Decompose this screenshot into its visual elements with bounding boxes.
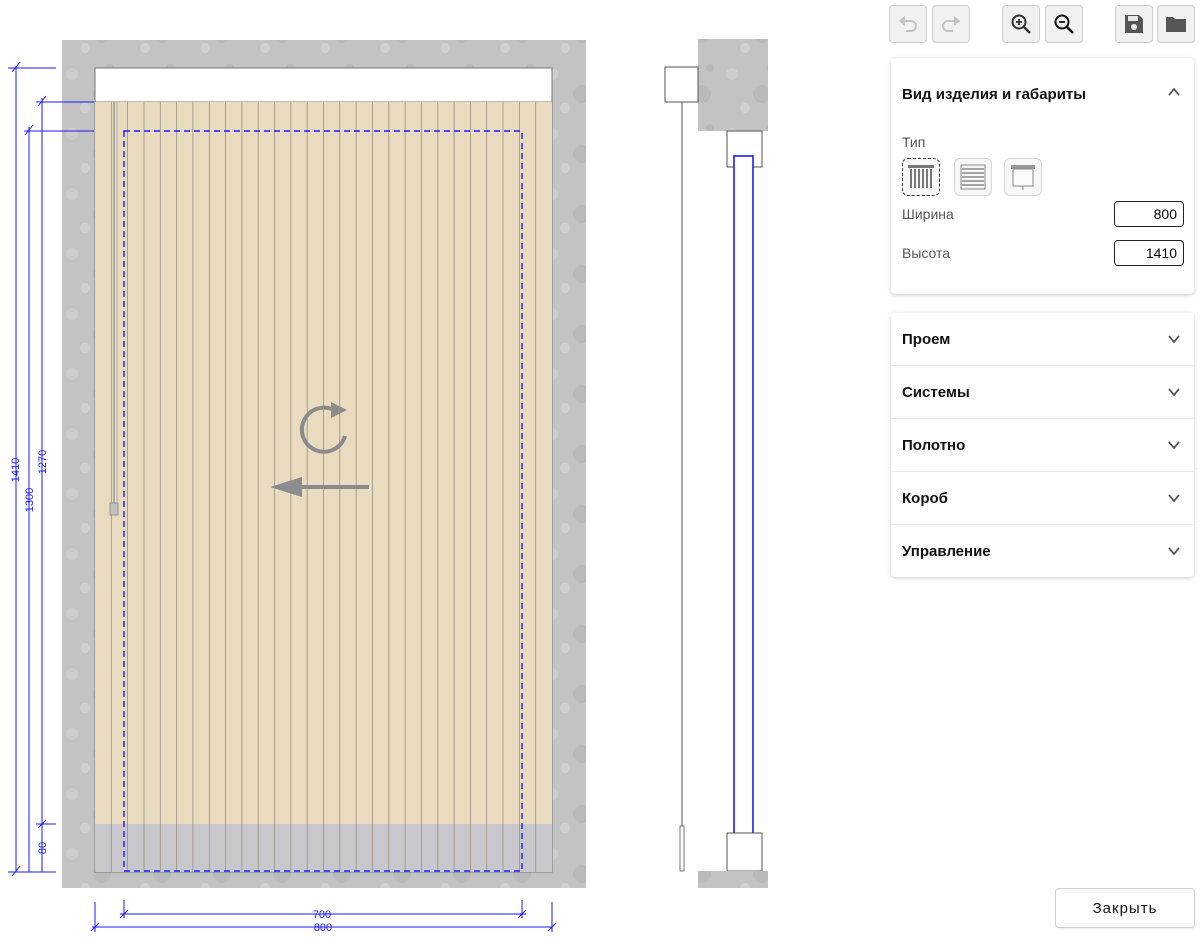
zoom-in-button[interactable] [1002, 5, 1040, 43]
close-button[interactable]: Закрыть [1055, 888, 1195, 928]
side-wall-bottom [698, 871, 768, 888]
dimensions-section-header[interactable]: Вид изделия и габариты [891, 58, 1194, 130]
chevron-up-icon [1168, 87, 1180, 96]
accordion-item-label: Полотно [902, 436, 966, 454]
vertical-blinds-icon [908, 165, 934, 188]
section-opening[interactable]: Проем [891, 313, 1194, 365]
undo-icon [899, 16, 917, 32]
section-box[interactable]: Короб [891, 471, 1194, 524]
dim-700-label: 700 [313, 909, 331, 921]
side-cord-end [679, 825, 685, 872]
dim-1270-label: 1270 [37, 450, 49, 474]
type-horizontal-blinds-button[interactable] [954, 158, 992, 196]
zoom-out-icon [1054, 14, 1074, 34]
section-fabric[interactable]: Полотно [891, 418, 1194, 471]
settings-panel: Вид изделия и габариты Тип Ширина 800 Вы… [880, 0, 1200, 943]
accordion-item-label: Системы [902, 383, 970, 401]
cord-weight[interactable] [109, 502, 119, 516]
type-label: Тип [902, 134, 926, 150]
horizontal-blinds-icon [960, 164, 986, 190]
zoom-out-button[interactable] [1045, 5, 1083, 43]
dim-80-label: 80 [37, 842, 49, 854]
save-icon [1125, 15, 1143, 33]
height-label: Высота [902, 245, 951, 261]
side-wall-top [698, 39, 768, 131]
cornice-box [94, 67, 553, 103]
side-profile [733, 155, 754, 847]
blind-drawing-canvas: 1410 1300 1270 80 700 800 [8, 39, 768, 934]
section-systems[interactable]: Системы [891, 365, 1194, 418]
dim-1300-label: 1300 [24, 488, 36, 512]
width-input[interactable] [1114, 201, 1184, 227]
chevron-down-icon [1168, 494, 1180, 503]
dimensions-section-title: Вид изделия и габариты [902, 85, 1087, 103]
redo-icon [942, 16, 960, 32]
type-vertical-blinds-button[interactable] [902, 158, 940, 196]
width-label: Ширина [902, 206, 954, 222]
chevron-down-icon [1168, 547, 1180, 556]
dim-1410-label: 1410 [10, 458, 22, 482]
folder-icon [1166, 17, 1186, 32]
dim-800-label: 800 [314, 922, 332, 934]
accordion-item-label: Управление [902, 542, 991, 560]
redo-button[interactable] [932, 5, 970, 43]
accordion-item-label: Короб [902, 489, 948, 507]
undo-button[interactable] [889, 5, 927, 43]
chevron-down-icon [1168, 388, 1180, 397]
dimensions-section: Вид изделия и габариты Тип Ширина 800 Вы… [891, 58, 1194, 294]
accordion-item-label: Проем [902, 330, 951, 348]
side-cornice [664, 66, 699, 103]
section-control[interactable]: Управление [891, 524, 1194, 577]
open-button[interactable] [1157, 5, 1195, 43]
save-button[interactable] [1115, 5, 1153, 43]
chevron-down-icon [1168, 335, 1180, 344]
chevron-down-icon [1168, 441, 1180, 450]
height-input[interactable] [1114, 240, 1184, 266]
roller-blind-icon [1011, 165, 1035, 190]
zoom-in-icon [1011, 14, 1031, 34]
options-accordion: Проем Системы Полотно Короб Управление [891, 313, 1194, 577]
type-roller-blind-button[interactable] [1004, 158, 1042, 196]
side-window-bottom [726, 832, 763, 872]
